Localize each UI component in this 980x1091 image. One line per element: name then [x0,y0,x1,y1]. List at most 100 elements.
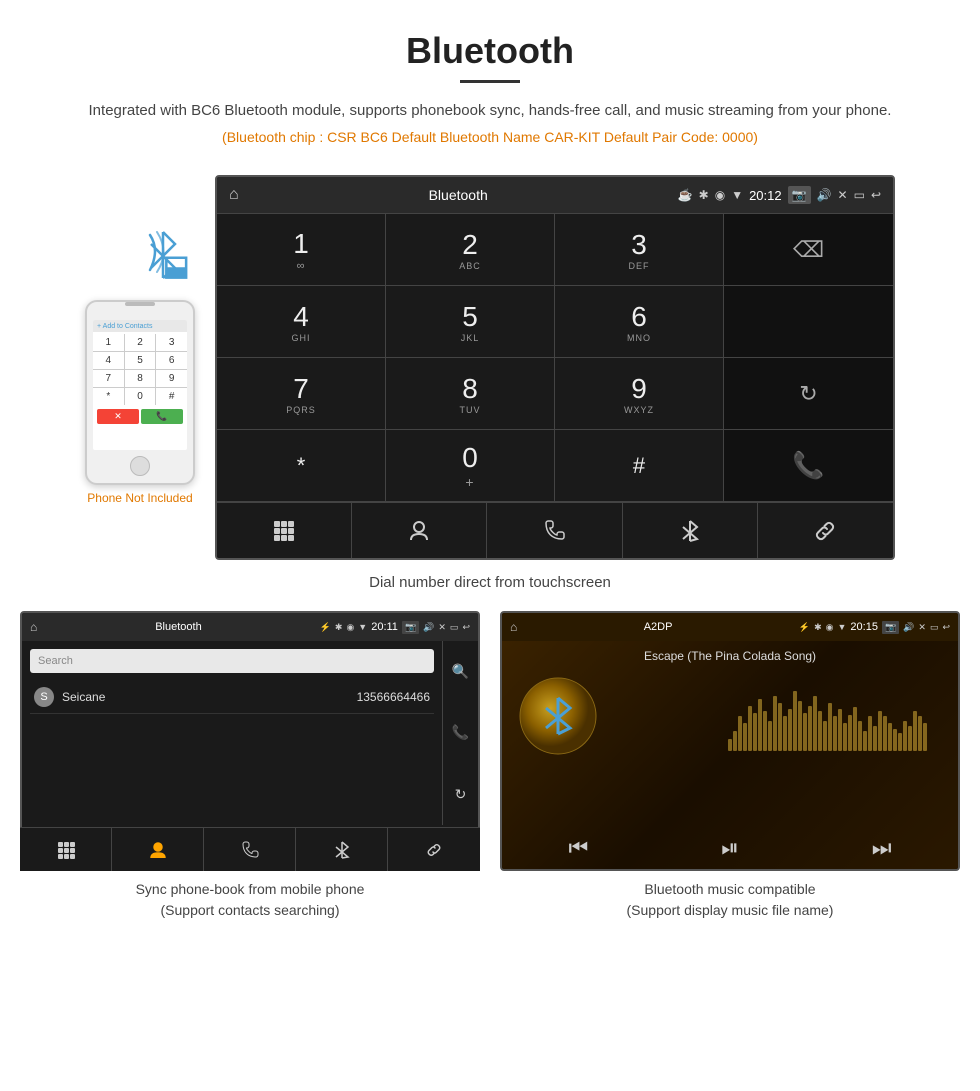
dial-key-8[interactable]: 8 TUV [386,358,555,430]
phonebook-home-icon[interactable]: ⌂ [30,620,37,634]
time-display: 20:12 [749,188,782,203]
contact-name: Seicane [62,690,357,704]
phone-mockup-container: ⬓ + Add to Contacts [85,230,195,505]
music-content: Escape (The Pina Colada Song) [502,641,958,869]
pb-close-icon[interactable]: ✕ [438,622,446,633]
home-icon[interactable]: ⌂ [229,186,239,204]
volume-icon[interactable]: 🔊 [817,188,832,202]
window-icon[interactable]: ▭ [854,188,865,202]
location-icon: ◉ [715,188,725,202]
link-icon [813,519,837,543]
phone-not-included-label: Phone Not Included [87,491,192,505]
dial-key-1[interactable]: 1 ∞ [217,214,386,286]
contacts-btn[interactable] [352,503,487,558]
dial-key-2[interactable]: 2 ABC [386,214,555,286]
bluetooth-status-icon: ✱ [699,188,709,202]
play-pause-btn[interactable]: ⏯ [721,835,739,861]
refresh-side-icon[interactable]: ↻ [455,786,467,803]
pb-dialpad-btn[interactable] [20,828,112,871]
m-vol-icon[interactable]: 🔊 [903,622,914,633]
pb-link-btn[interactable] [388,828,480,871]
backspace-icon[interactable]: ⌫ [793,237,824,263]
contact-phone: 13566664466 [357,690,430,704]
pb-loc-icon: ◉ [346,622,354,633]
refresh-icon[interactable]: ↻ [799,381,817,407]
phone-side-icon[interactable]: 📞 [452,724,469,741]
pb-bluetooth-btn[interactable] [296,828,388,871]
m-win-icon[interactable]: ▭ [930,622,939,633]
phonebook-bottom-bar [20,827,480,871]
pb-cam-icon[interactable]: 📷 [402,621,419,634]
dial-key-6[interactable]: 6 MNO [555,286,724,358]
search-bar[interactable]: Search [30,649,434,673]
next-track-btn[interactable]: ⏭ [872,835,892,861]
page-title: Bluetooth [20,30,960,72]
m-close-icon[interactable]: ✕ [918,622,926,633]
dial-cell-empty-1: ⌫ [724,214,893,286]
pb-bt-icon: ✱ [335,622,343,633]
dial-key-5[interactable]: 5 JKL [386,286,555,358]
phone-screen: + Add to Contacts 1 2 3 4 5 6 7 8 9 * [93,320,187,450]
dial-key-hash[interactable]: # [555,430,724,502]
music-visualizer [728,671,948,751]
contact-row-seicane[interactable]: S Seicane 13566664466 [30,681,434,714]
phone-home-button[interactable] [130,456,150,476]
camera-icon[interactable]: 📷 [788,186,811,204]
music-header-right: ⚡ ✱ ◉ ▼ 20:15 📷 🔊 ✕ ▭ ↩ [799,621,950,634]
album-art-svg [518,676,598,756]
dial-key-3[interactable]: 3 DEF [555,214,724,286]
music-controls: ⏮ ⏯ ⏭ [502,835,958,861]
dial-key-9[interactable]: 9 WXYZ [555,358,724,430]
music-time: 20:15 [850,621,878,633]
title-divider [460,80,520,83]
contact-avatar: S [34,687,54,707]
m-usb-icon: ⚡ [799,622,810,633]
phonebook-header-left: ⌂ [30,620,37,634]
pb-back-icon[interactable]: ↩ [462,622,470,633]
search-side-icon[interactable]: 🔍 [452,663,469,680]
car-dialer-screen: ⌂ Bluetooth ☕ ✱ ◉ ▼ 20:12 📷 🔊 ✕ ▭ ↩ [215,175,895,560]
phonebook-app-name: Bluetooth [155,621,201,633]
link-btn[interactable] [758,503,893,558]
dialpad-icon [272,519,296,543]
dial-key-0[interactable]: 0 + [386,430,555,502]
music-screenshot-item: ⌂ A2DP ⚡ ✱ ◉ ▼ 20:15 📷 🔊 ✕ ▭ [500,611,960,921]
pb-win-icon[interactable]: ▭ [450,622,459,633]
dial-key-star[interactable]: * [217,430,386,502]
pb-contacts-btn[interactable] [112,828,204,871]
bluetooth-btn[interactable] [623,503,758,558]
dial-cell-empty-2 [724,286,893,358]
dialer-section: ⬓ + Add to Contacts [30,175,950,560]
answer-call-icon[interactable]: 📞 [792,450,824,481]
phonebook-time: 20:11 [371,621,398,633]
music-header-left: ⌂ [510,620,517,634]
music-home-icon[interactable]: ⌂ [510,620,517,634]
signal-icon: ▼ [731,188,743,202]
close-icon[interactable]: ✕ [838,188,848,202]
back-icon[interactable]: ↩ [871,188,881,202]
bottom-screenshots: ⌂ Bluetooth ⚡ ✱ ◉ ▼ 20:11 📷 🔊 ✕ ▭ [30,611,950,921]
m-back-icon[interactable]: ↩ [942,622,950,633]
dial-cell-empty-3: ↻ [724,358,893,430]
phone-btn[interactable] [487,503,622,558]
dialpad-btn[interactable] [217,503,352,558]
music-screen: ⌂ A2DP ⚡ ✱ ◉ ▼ 20:15 📷 🔊 ✕ ▭ [500,611,960,871]
dial-caption: Dial number direct from touchscreen [369,574,611,591]
dial-key-7[interactable]: 7 PQRS [217,358,386,430]
pb-sig-icon: ▼ [358,622,367,632]
pb-bluetooth-icon [333,841,351,859]
phonebook-screen: ⌂ Bluetooth ⚡ ✱ ◉ ▼ 20:11 📷 🔊 ✕ ▭ [20,611,480,871]
m-sig-icon: ▼ [838,622,847,632]
pb-phone-icon [241,841,259,859]
pb-vol-icon[interactable]: 🔊 [423,622,434,633]
pb-usb-icon: ⚡ [320,622,331,633]
m-cam-icon[interactable]: 📷 [882,621,899,634]
pb-phone-btn[interactable] [204,828,296,871]
usb-icon: ☕ [678,188,693,202]
dial-cell-empty-4: 📞 [724,430,893,502]
phonebook-header-right: ⚡ ✱ ◉ ▼ 20:11 📷 🔊 ✕ ▭ ↩ [320,621,470,634]
dial-key-4[interactable]: 4 GHI [217,286,386,358]
prev-track-btn[interactable]: ⏮ [568,835,588,861]
contacts-icon [407,519,431,543]
car-bottom-bar [217,502,893,558]
